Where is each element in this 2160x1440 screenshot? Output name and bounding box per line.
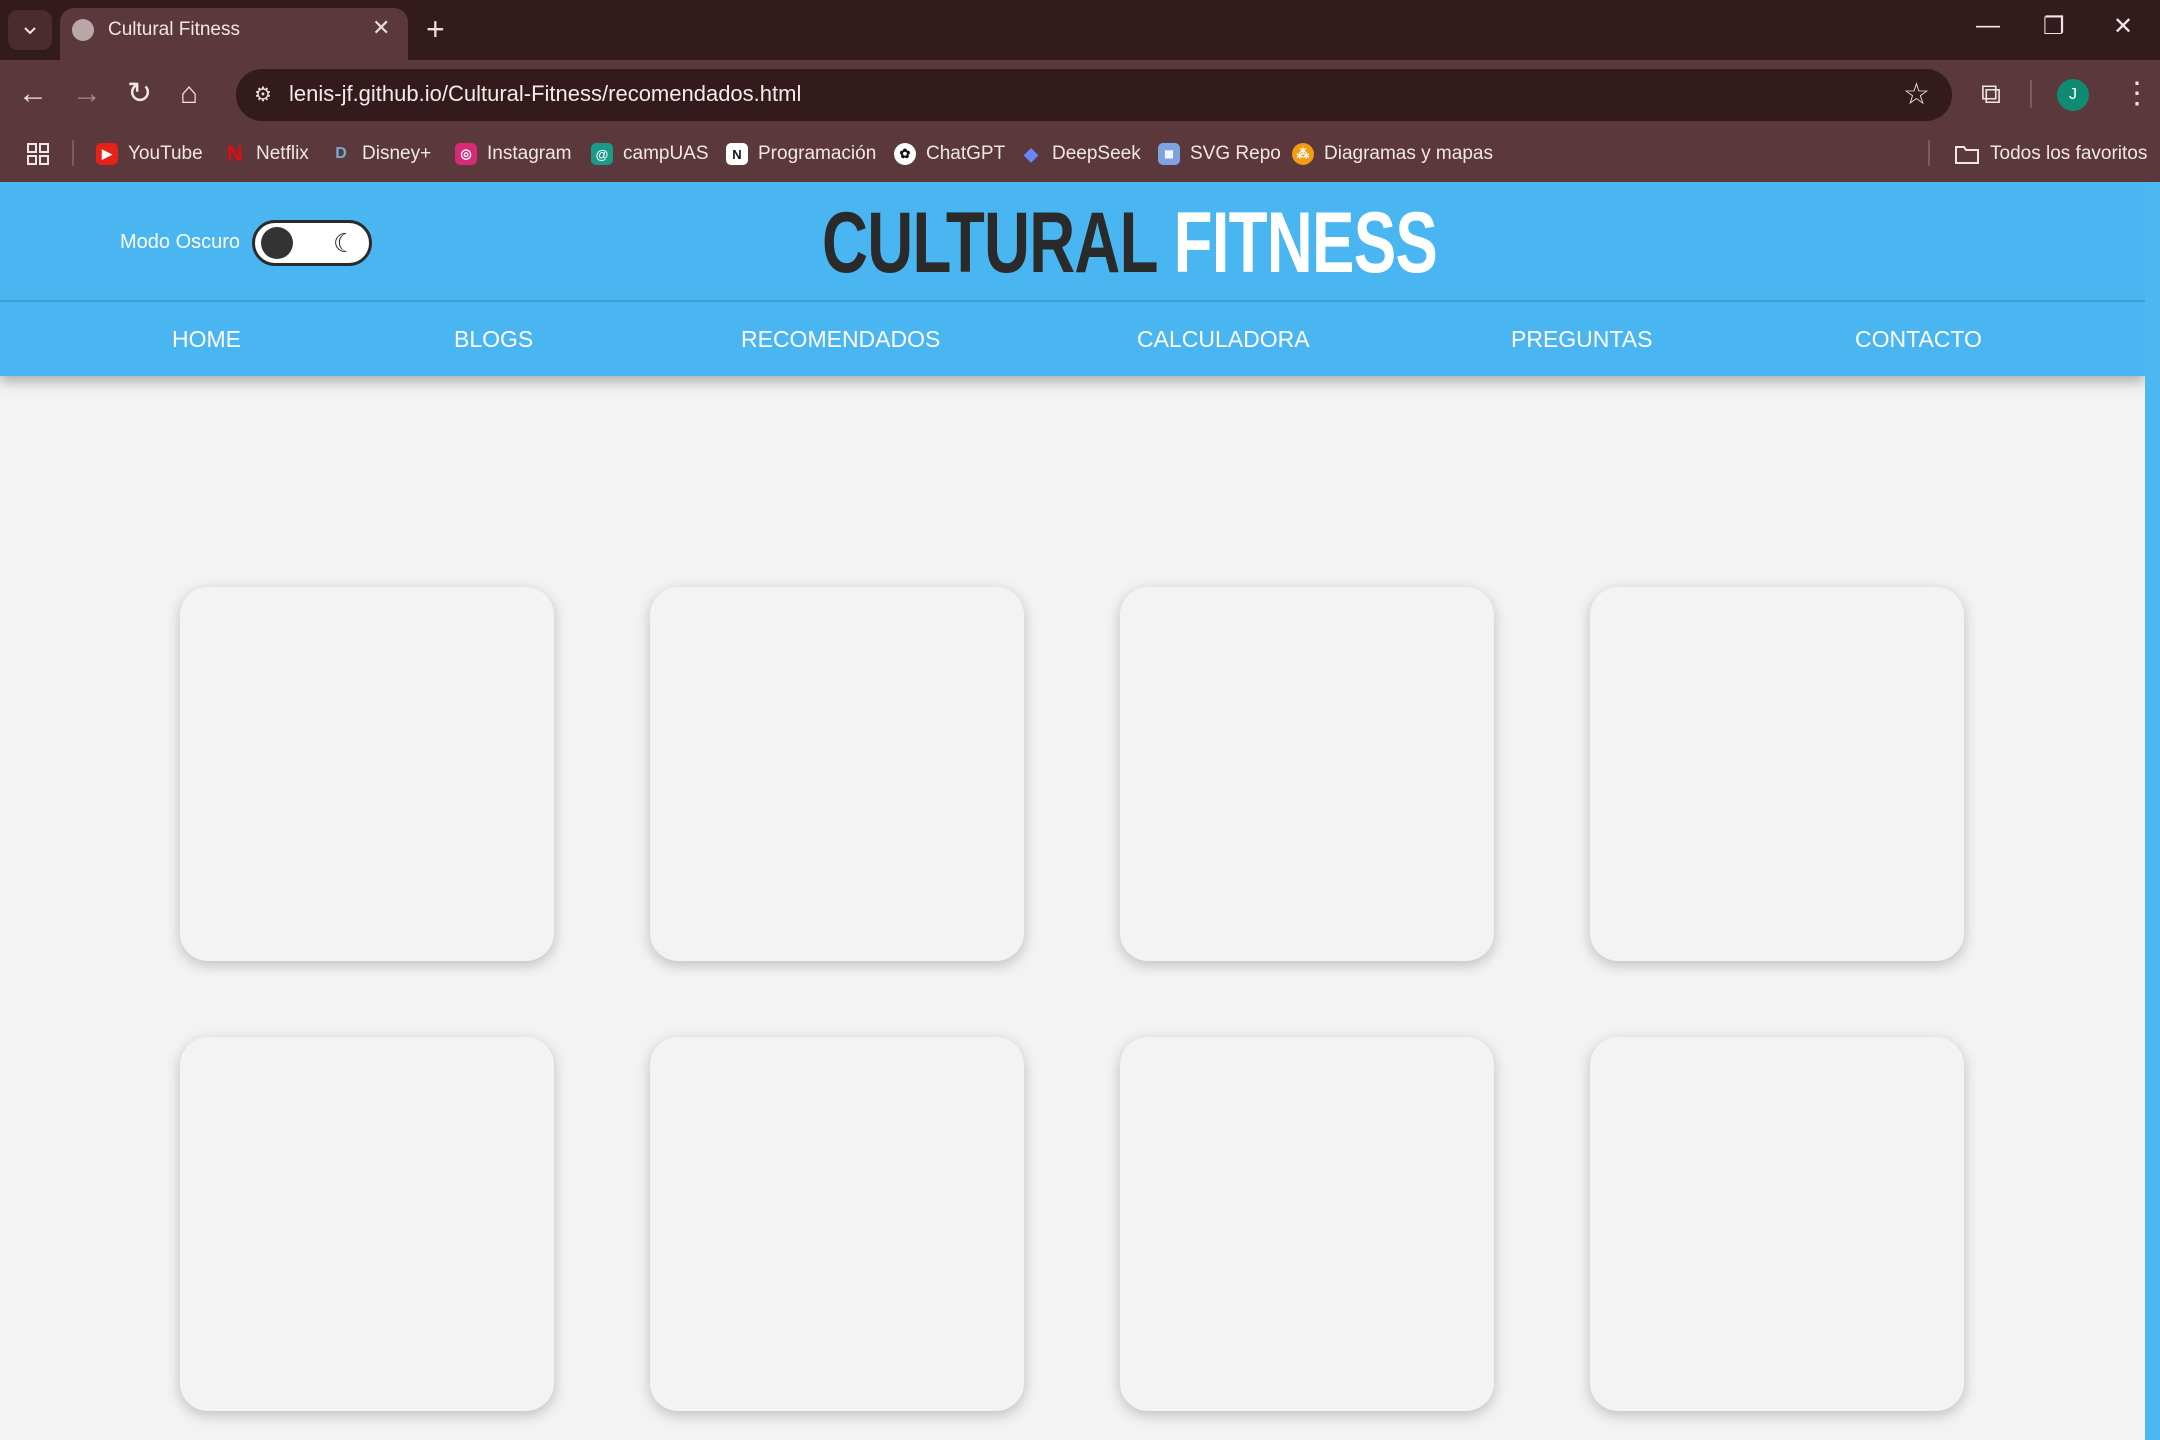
bookmark-label: ChatGPT xyxy=(926,143,1006,164)
header-divider xyxy=(0,300,2145,302)
minimize-icon[interactable]: — xyxy=(1976,12,2000,40)
site-info-icon[interactable]: ⚙ xyxy=(248,80,278,110)
recommendation-card[interactable] xyxy=(650,1037,1024,1411)
deepseek-icon: ◆ xyxy=(1024,143,1038,164)
bookmark-deepseek[interactable]: ◆ DeepSeek xyxy=(1020,138,1141,170)
netflix-icon: N xyxy=(227,141,243,166)
new-tab-button[interactable]: + xyxy=(426,11,445,48)
nav-recomendados[interactable]: RECOMENDADOS xyxy=(741,326,940,353)
nav-blogs[interactable]: BLOGS xyxy=(454,326,533,353)
extensions-icon[interactable]: ⧉ xyxy=(1981,78,2001,111)
site-header: Modo Oscuro ☾ CULTURAL FITNESS HOME BLOG… xyxy=(0,182,2145,376)
notion-icon: N xyxy=(726,143,748,165)
tab-title: Cultural Fitness xyxy=(108,19,240,40)
menu-icon[interactable]: ⋮ xyxy=(2122,76,2152,111)
bookmark-campuas[interactable]: @ campUAS xyxy=(591,138,709,170)
url-text[interactable]: lenis-jf.github.io/Cultural-Fitness/reco… xyxy=(289,81,801,107)
recommendation-card[interactable] xyxy=(1120,587,1494,961)
recommendation-card[interactable] xyxy=(1590,587,1964,961)
chatgpt-icon: ✿ xyxy=(894,143,916,165)
page-content: Modo Oscuro ☾ CULTURAL FITNESS HOME BLOG… xyxy=(0,182,2145,1440)
nav-preguntas[interactable]: PREGUNTAS xyxy=(1511,326,1652,353)
logo-word-2: FITNESS xyxy=(1173,195,1438,291)
bookmark-label: Instagram xyxy=(487,143,572,164)
recommendation-card[interactable] xyxy=(180,587,554,961)
bookmark-label: Programación xyxy=(758,143,877,164)
recommendation-card[interactable] xyxy=(180,1037,554,1411)
bookmarks-divider xyxy=(72,140,74,166)
recommendation-card[interactable] xyxy=(1590,1037,1964,1411)
bookmark-svgrepo[interactable]: ▦ SVG Repo xyxy=(1158,138,1281,170)
bookmark-star-icon[interactable]: ☆ xyxy=(1903,77,1930,112)
bookmark-netflix[interactable]: N Netflix xyxy=(224,138,309,170)
nav-calculadora[interactable]: CALCULADORA xyxy=(1137,326,1310,353)
dark-mode-label: Modo Oscuro xyxy=(120,231,241,253)
moon-icon: ☾ xyxy=(333,228,357,258)
bookmark-label: YouTube xyxy=(128,143,203,164)
bookmark-programacion[interactable]: N Programación xyxy=(726,138,876,170)
nav-home[interactable]: HOME xyxy=(172,326,241,353)
restore-icon[interactable]: ❐ xyxy=(2043,12,2065,41)
toolbar-divider xyxy=(2030,80,2032,108)
diagrams-icon: ⁂ xyxy=(1292,143,1314,165)
recommendation-card[interactable] xyxy=(650,587,1024,961)
bookmark-youtube[interactable]: ▶ YouTube xyxy=(96,138,203,170)
youtube-icon: ▶ xyxy=(96,143,118,165)
svgrepo-icon: ▦ xyxy=(1158,143,1180,165)
all-bookmarks-folder[interactable]: Todos los favoritos xyxy=(1954,138,2147,170)
nav-contacto[interactable]: CONTACTO xyxy=(1855,326,1982,353)
bookmark-chatgpt[interactable]: ✿ ChatGPT xyxy=(894,138,1005,170)
bookmark-disney[interactable]: D Disney+ xyxy=(330,138,431,170)
campuas-icon: @ xyxy=(591,143,613,165)
bookmark-label: Disney+ xyxy=(362,143,432,164)
bookmark-label: Diagramas y mapas xyxy=(1324,143,1493,164)
site-logo[interactable]: CULTURAL FITNESS xyxy=(822,200,1438,286)
disney-icon: D xyxy=(335,145,347,162)
dark-mode-toggle[interactable]: ☾ xyxy=(252,220,372,266)
profile-avatar[interactable]: J xyxy=(2057,79,2089,111)
toggle-knob xyxy=(261,227,293,259)
bookmark-label: SVG Repo xyxy=(1190,143,1281,164)
all-bookmarks-label: Todos los favoritos xyxy=(1990,143,2148,164)
instagram-icon: ◎ xyxy=(455,143,477,165)
back-icon[interactable]: ← xyxy=(18,78,48,110)
logo-word-1: CULTURAL xyxy=(822,195,1157,291)
bookmarks-divider xyxy=(1928,140,1930,166)
chevron-down-icon xyxy=(24,27,36,35)
bookmark-label: Netflix xyxy=(256,143,309,164)
bookmark-instagram[interactable]: ◎ Instagram xyxy=(455,138,571,170)
bookmark-diagramas[interactable]: ⁂ Diagramas y mapas xyxy=(1292,138,1493,170)
bookmark-label: campUAS xyxy=(623,143,709,164)
forward-icon[interactable]: → xyxy=(72,78,102,110)
recommendation-card[interactable] xyxy=(1120,1037,1494,1411)
reload-icon[interactable]: ↻ xyxy=(127,78,152,110)
home-icon[interactable]: ⌂ xyxy=(180,78,198,110)
globe-icon xyxy=(72,19,94,41)
tab-search-button[interactable] xyxy=(8,10,52,50)
page-scrollbar[interactable] xyxy=(2145,182,2160,1440)
window-close-icon[interactable]: ✕ xyxy=(2113,12,2133,41)
close-tab-icon[interactable]: ✕ xyxy=(372,15,390,41)
apps-icon[interactable] xyxy=(26,138,50,170)
bookmark-label: DeepSeek xyxy=(1052,143,1141,164)
folder-icon xyxy=(1955,146,1979,164)
